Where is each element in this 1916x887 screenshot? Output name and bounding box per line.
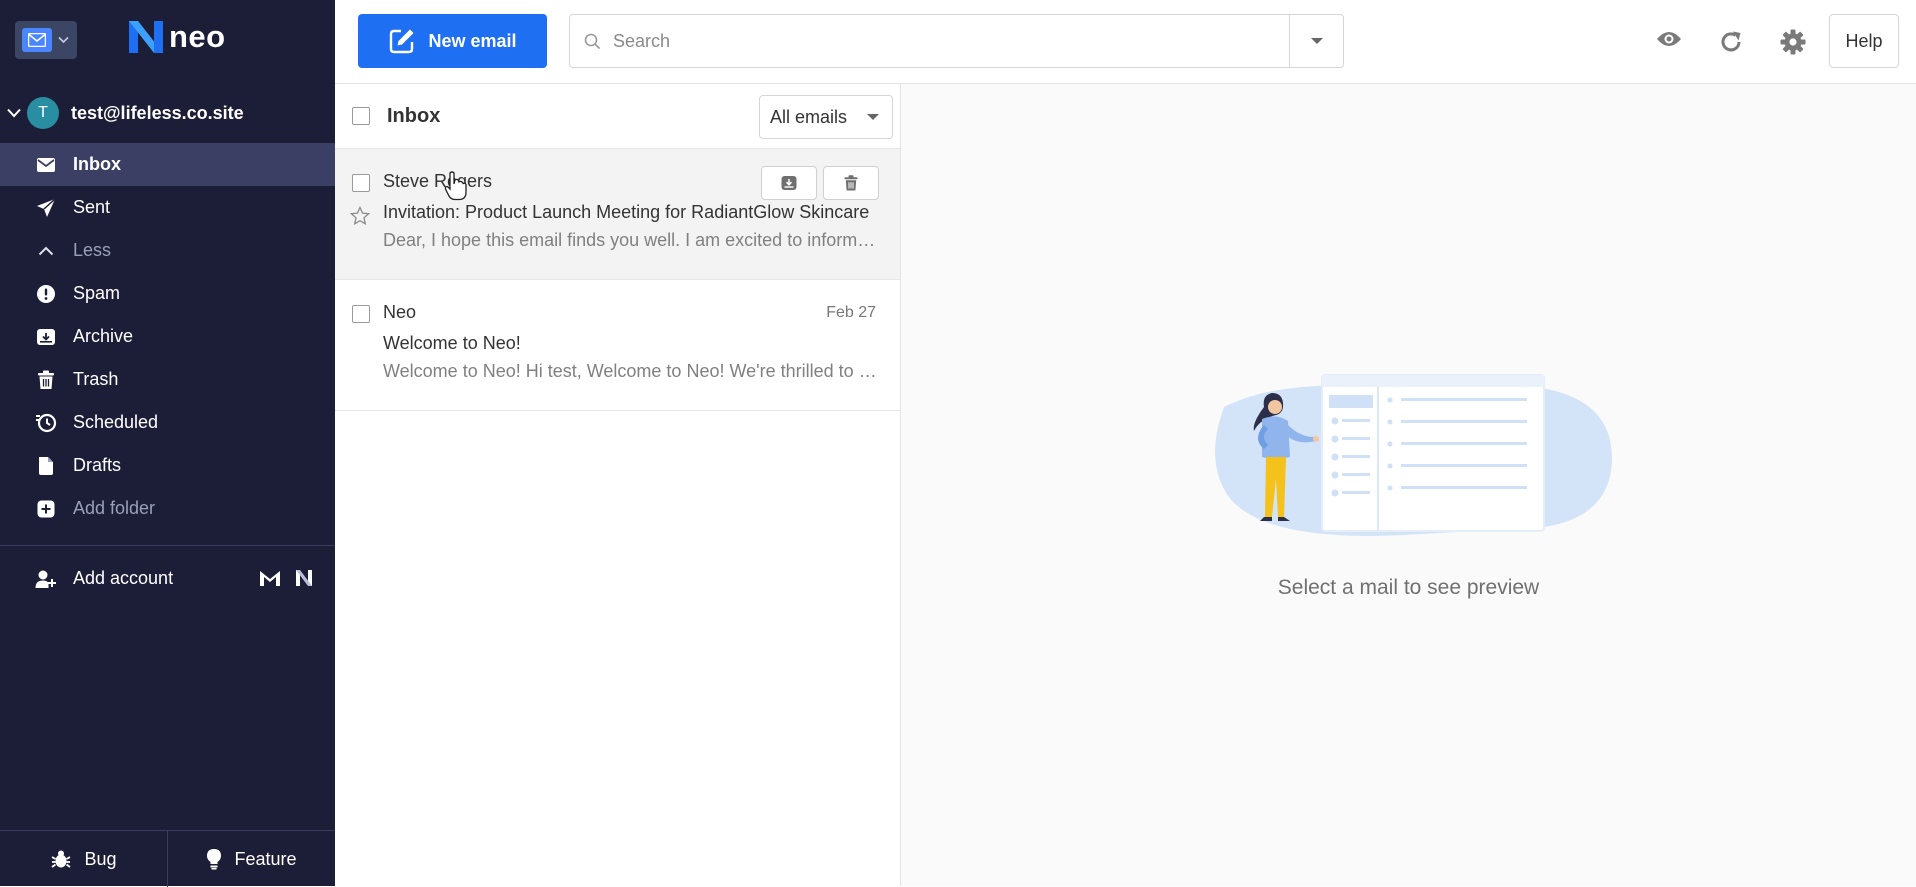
neo-logo: neo xyxy=(127,19,226,55)
hand-cursor-icon xyxy=(444,171,468,201)
alert-circle-icon xyxy=(34,282,58,306)
help-button[interactable]: Help xyxy=(1829,14,1899,68)
email-preview: Welcome to Neo! Hi test, Welcome to Neo!… xyxy=(383,361,878,381)
archive-box-icon xyxy=(34,325,58,349)
feature-label: Feature xyxy=(234,848,297,869)
sidebar-item-label: Drafts xyxy=(73,455,122,475)
empty-preview-message: Select a mail to see preview xyxy=(1277,576,1540,599)
sidebar-item-scheduled[interactable]: Scheduled xyxy=(0,401,335,444)
sidebar-item-label: Archive xyxy=(73,326,134,346)
envelope-icon xyxy=(34,153,58,177)
trash-icon xyxy=(844,175,858,191)
filter-select[interactable]: All emails xyxy=(759,95,893,139)
new-email-label: New email xyxy=(428,30,517,51)
top-bar: New email Help xyxy=(335,0,1916,84)
clock-send-icon xyxy=(34,411,58,435)
sidebar-item-sent[interactable]: Sent xyxy=(0,186,335,229)
account-row[interactable]: T test@lifeless.co.site xyxy=(0,95,335,131)
compose-icon xyxy=(388,27,416,55)
archive-button[interactable] xyxy=(761,166,817,200)
neo-provider-icon[interactable] xyxy=(295,569,313,587)
email-preview: Dear, I hope this email finds you well. … xyxy=(383,230,878,250)
sidebar-item-label: Trash xyxy=(73,369,119,389)
lightbulb-icon xyxy=(206,848,222,870)
sidebar-item-archive[interactable]: Archive xyxy=(0,315,335,358)
caret-down-icon xyxy=(1310,37,1324,45)
bug-report-button[interactable]: Bug xyxy=(0,831,167,887)
trash-icon xyxy=(34,368,58,392)
paper-plane-icon xyxy=(34,196,58,220)
account-email: test@lifeless.co.site xyxy=(71,102,244,123)
chevron-down-icon[interactable] xyxy=(7,108,21,118)
feature-request-button[interactable]: Feature xyxy=(167,831,335,887)
eye-icon[interactable] xyxy=(1656,29,1682,49)
add-account-button[interactable]: Add account xyxy=(0,557,335,600)
sidebar-item-drafts[interactable]: Drafts xyxy=(0,444,335,487)
email-date: Feb 27 xyxy=(826,304,876,321)
app-name: neo xyxy=(169,19,226,54)
provider-icons xyxy=(259,569,313,587)
refresh-icon[interactable] xyxy=(1719,30,1743,54)
sidebar-item-label: Inbox xyxy=(73,154,121,174)
email-checkbox[interactable] xyxy=(352,305,370,323)
email-subject: Welcome to Neo! xyxy=(383,333,521,353)
email-hover-actions xyxy=(761,166,879,200)
sidebar-item-label: Scheduled xyxy=(73,412,159,432)
mail-list: Inbox All emails Steve Rogers Invitation… xyxy=(335,84,901,886)
email-subject: Invitation: Product Launch Meeting for R… xyxy=(383,202,870,222)
sidebar-item-trash[interactable]: Trash xyxy=(0,358,335,401)
gmail-icon[interactable] xyxy=(259,569,281,587)
avatar: T xyxy=(27,97,59,129)
sidebar: neo T test@lifeless.co.site Inbox Sent L… xyxy=(0,0,335,887)
folder-title: Inbox xyxy=(387,104,441,127)
sidebar-item-less[interactable]: Less xyxy=(0,229,335,272)
filter-value: All emails xyxy=(770,106,848,127)
sidebar-item-label: Less xyxy=(73,240,112,260)
app-switcher[interactable] xyxy=(15,21,77,59)
new-email-button[interactable]: New email xyxy=(358,14,547,68)
email-checkbox[interactable] xyxy=(352,174,370,192)
bug-icon xyxy=(50,849,72,869)
sidebar-item-label: Spam xyxy=(73,283,121,303)
folder-list: Inbox Sent Less Spam Archive Trash Sched… xyxy=(0,143,335,530)
gear-icon[interactable] xyxy=(1780,29,1806,55)
sidebar-item-inbox[interactable]: Inbox xyxy=(0,143,335,186)
add-account-label: Add account xyxy=(73,568,174,588)
select-all-checkbox[interactable] xyxy=(352,107,370,125)
archive-box-icon xyxy=(781,175,797,191)
sidebar-item-add-folder[interactable]: Add folder xyxy=(0,487,335,530)
sidebar-item-label: Sent xyxy=(73,197,111,217)
sidebar-item-label: Add folder xyxy=(73,498,156,518)
delete-button[interactable] xyxy=(823,166,879,200)
list-item[interactable]: Neo Feb 27 Welcome to Neo! Welcome to Ne… xyxy=(335,280,900,411)
plus-square-icon xyxy=(34,497,58,521)
sidebar-item-spam[interactable]: Spam xyxy=(0,272,335,315)
star-icon[interactable] xyxy=(350,206,370,226)
empty-state-illustration xyxy=(1215,374,1613,536)
chevron-up-icon xyxy=(34,239,58,263)
caret-down-icon xyxy=(866,113,880,121)
sidebar-footer: Bug Feature xyxy=(0,830,335,887)
bug-label: Bug xyxy=(84,848,117,869)
list-header: Inbox All emails xyxy=(335,84,900,149)
search-options-button[interactable] xyxy=(1289,15,1343,67)
search-icon xyxy=(584,33,601,50)
preview-pane: Select a mail to see preview xyxy=(901,84,1916,886)
list-item[interactable]: Steve Rogers Invitation: Product Launch … xyxy=(335,149,900,280)
email-sender: Steve Rogers xyxy=(383,171,493,191)
search-input[interactable] xyxy=(611,29,1255,53)
chevron-down-icon xyxy=(58,36,69,44)
add-user-icon xyxy=(34,569,58,589)
search-box xyxy=(569,14,1344,68)
divider xyxy=(0,545,335,546)
mail-app-icon xyxy=(22,28,52,52)
draft-icon xyxy=(34,454,58,478)
email-sender: Neo xyxy=(383,302,417,322)
neo-logo-icon xyxy=(129,21,163,53)
